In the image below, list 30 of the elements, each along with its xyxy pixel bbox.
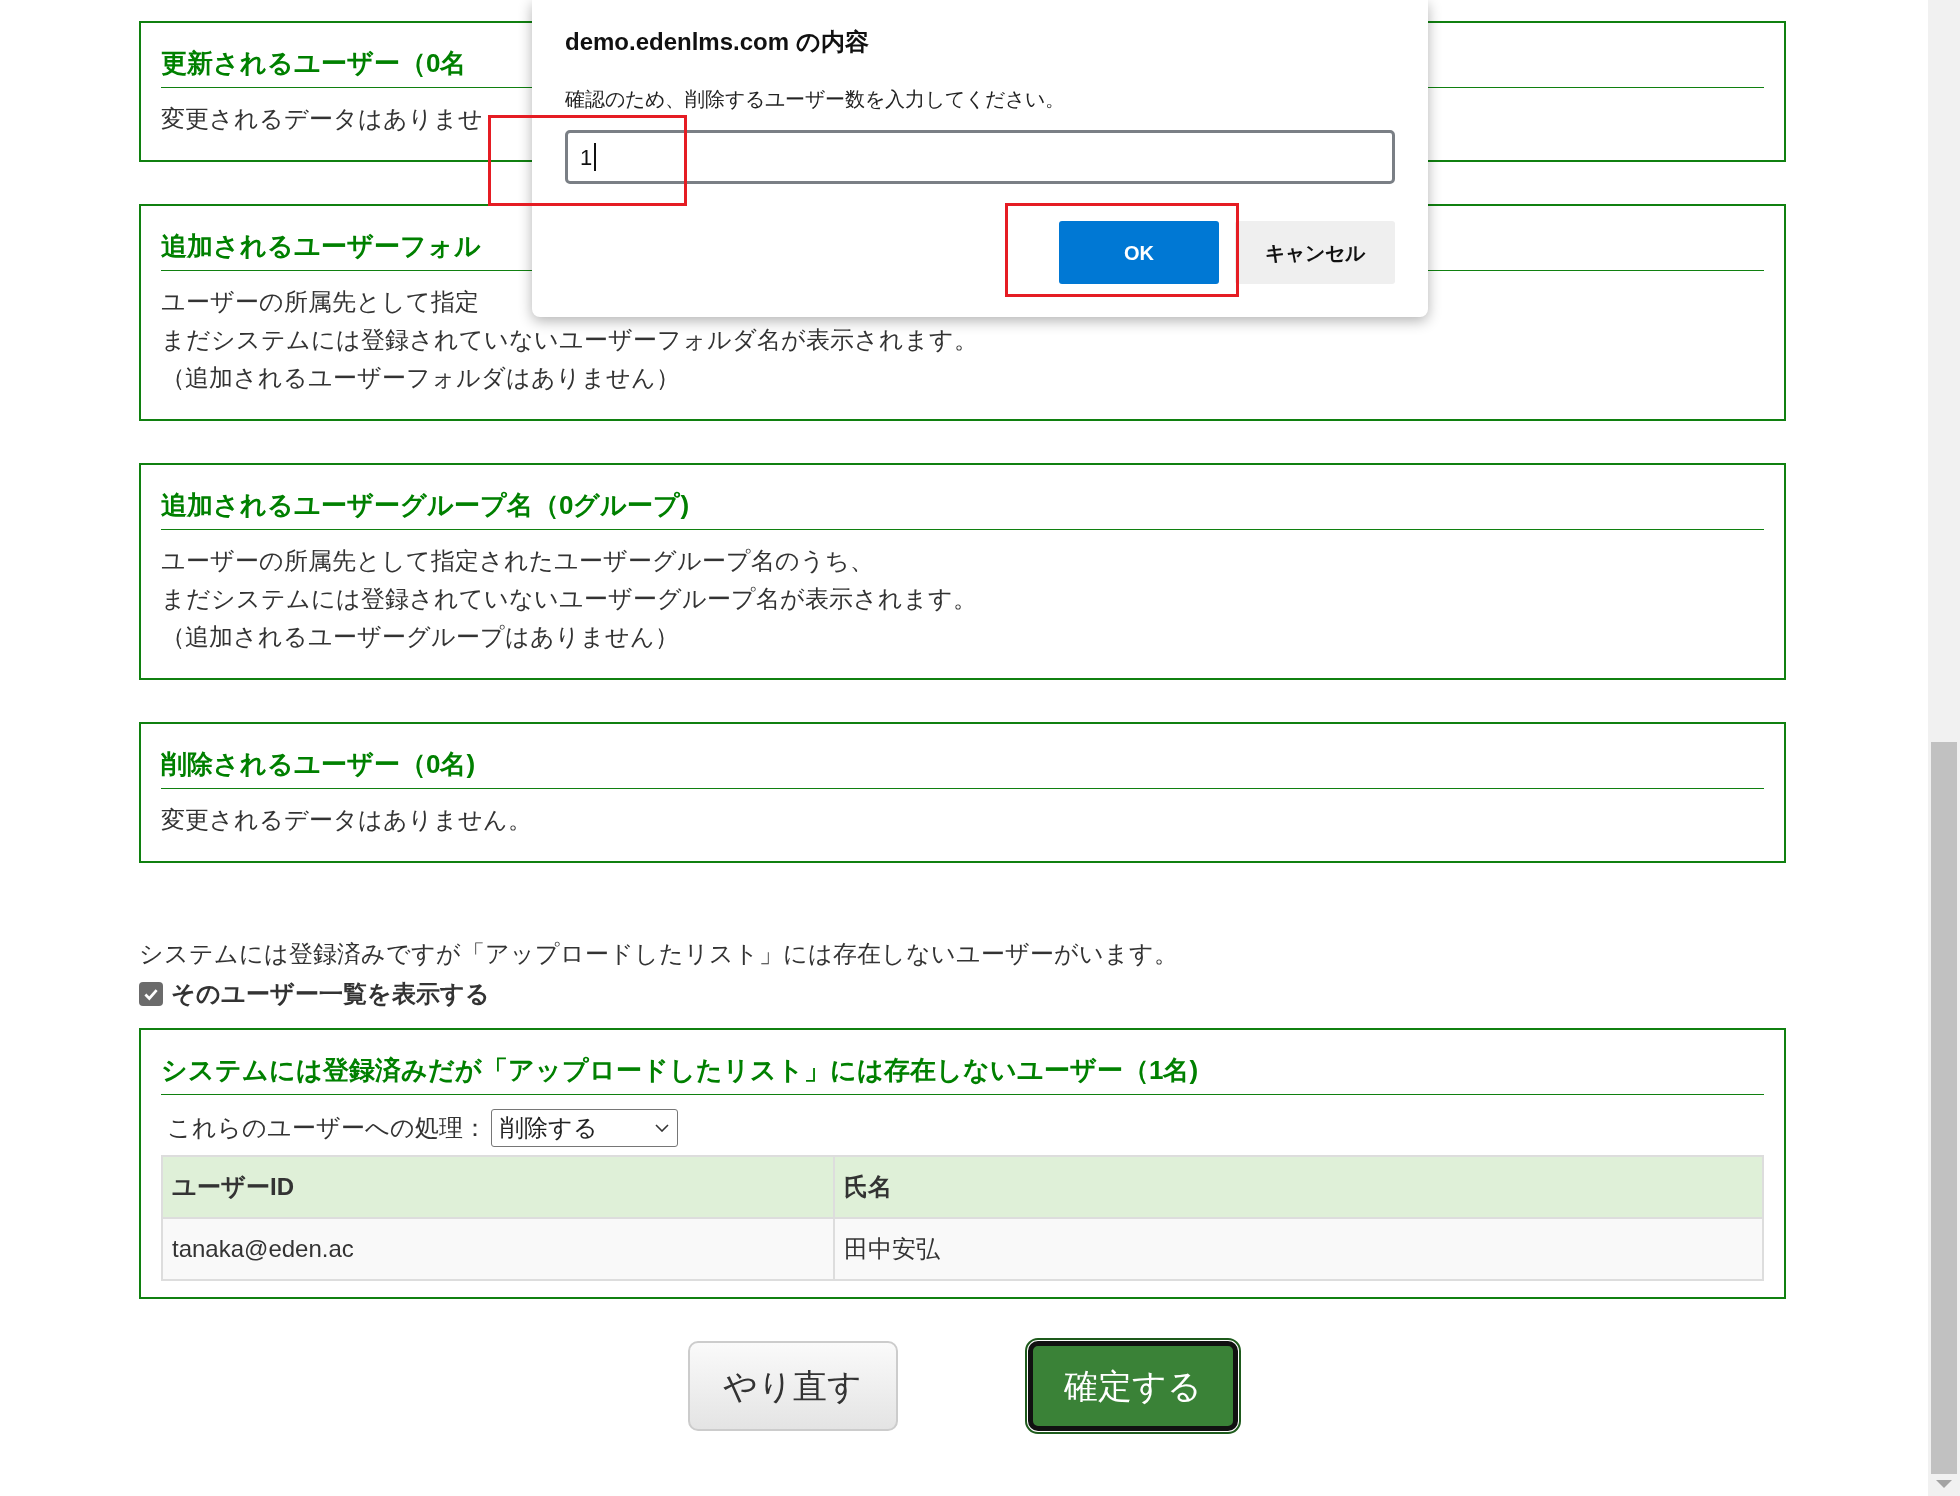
section-text: ユーザーの所属先として指定 xyxy=(161,287,479,317)
notice-text: システムには登録済みですが「アップロードしたリスト」には存在しないユーザーがいます。 xyxy=(139,939,1178,969)
scroll-down-arrow-icon[interactable] xyxy=(1936,1480,1952,1489)
ok-button[interactable]: OK xyxy=(1059,221,1219,284)
section-text: （追加されるユーザーグループはありません） xyxy=(161,622,679,652)
text-cursor xyxy=(594,143,597,171)
reset-button[interactable]: やり直す xyxy=(687,1341,898,1431)
input-field[interactable]: 1 xyxy=(565,130,1395,184)
section-text: ユーザーの所属先として指定されたユーザーグループ名のうち、 xyxy=(161,546,874,576)
chevron-down-icon xyxy=(655,1124,669,1132)
dialog-message: 確認のため、削除するユーザー数を入力してください。 xyxy=(565,87,1066,112)
cancel-button[interactable]: キャンセル xyxy=(1235,221,1395,284)
section-text: 変更されるデータはありませ xyxy=(161,104,483,134)
checkbox[interactable] xyxy=(139,982,163,1006)
confirm-button[interactable]: 確定する xyxy=(1027,1341,1238,1431)
checkbox-label: そのユーザー一覧を表示する xyxy=(171,979,490,1009)
field-label: これらのユーザーへの処理： xyxy=(167,1113,487,1143)
table-cell: 田中安弘 xyxy=(834,1218,1763,1280)
section-text: 変更されるデータはありません。 xyxy=(161,805,532,835)
table-cell: tanaka@eden.ac xyxy=(162,1218,834,1280)
section-text: まだシステムには登録されていないユーザーフォルダ名が表示されます。 xyxy=(161,325,978,355)
section-heading: システムには登録済みだが「アップロードしたリスト」には存在しないユーザー（1名) xyxy=(161,1052,1764,1095)
section-heading: 削除されるユーザー（0名) xyxy=(161,746,1764,789)
column-header: ユーザーID xyxy=(162,1156,834,1218)
section-text: （追加されるユーザーフォルダはありません） xyxy=(161,363,680,393)
action-dropdown[interactable]: 削除する xyxy=(491,1109,678,1147)
column-header: 氏名 xyxy=(834,1156,1763,1218)
section-text: まだシステムには登録されていないユーザーグループ名が表示されます。 xyxy=(161,584,977,614)
scrollbar-thumb[interactable] xyxy=(1931,742,1957,1474)
section-heading: 追加されるユーザーグループ名（0グループ) xyxy=(161,487,1764,530)
